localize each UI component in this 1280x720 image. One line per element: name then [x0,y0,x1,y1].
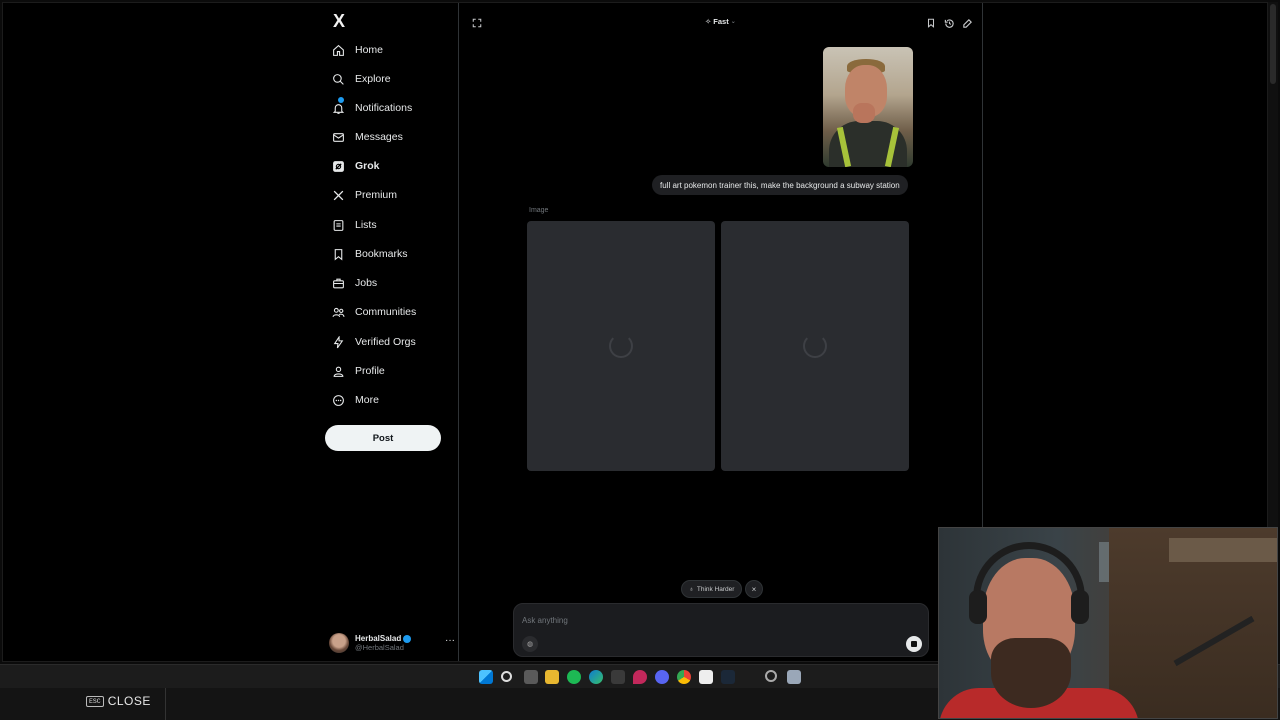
think-harder-label: Think Harder [696,585,735,593]
mode-label: Fast [713,17,729,26]
sidebar-item-label: Notifications [355,102,413,114]
list-icon [331,218,345,232]
sidebar-item-label: Jobs [355,277,378,289]
model-mode-selector[interactable]: ✧ Fast ⌄ [705,17,736,26]
sidebar-item-label: Explore [355,73,391,85]
sidebar-item-lists[interactable]: Lists [321,211,451,239]
sidebar-item-label: Lists [355,219,377,231]
new-chat-icon[interactable] [961,17,973,29]
close-icon[interactable]: × [745,580,763,598]
bookmark-icon [331,247,345,261]
sidebar-item-label: Premium [355,189,398,201]
sidebar-item-label: Home [355,44,384,56]
composer: ◍ [513,603,929,657]
file-explorer-icon[interactable] [545,670,559,684]
task-view-icon[interactable] [524,670,538,684]
search-icon [331,72,345,86]
esc-key: ESC [86,695,104,707]
edge-icon[interactable] [589,670,603,684]
attached-photo[interactable] [823,47,913,167]
user-message: full art pokemon trainer this, make the … [652,175,908,195]
sidebar-item-home[interactable]: Home [321,36,451,64]
sidebar-item-label: Verified Orgs [355,336,416,348]
webcam-overlay [938,527,1278,719]
app-icon[interactable] [743,670,757,684]
search-icon[interactable] [501,671,512,682]
mail-icon [331,130,345,144]
account-handle: @HerbalSalad [355,643,404,652]
sidebar-item-label: Profile [355,365,385,377]
grok-chat: ✧ Fast ⌄ full art pokemon trainer this, … [459,3,982,661]
expand-icon[interactable] [471,17,483,29]
home-icon [331,43,345,57]
x-logo-icon [331,188,345,202]
person-icon [331,364,345,378]
bell-icon [331,101,345,115]
sidebar-item-verified-orgs[interactable]: Verified Orgs [321,328,451,356]
sidebar-item-more[interactable]: More [321,386,451,414]
steam-icon[interactable] [721,670,735,684]
obs-icon[interactable] [765,670,777,682]
notepad-icon[interactable] [787,670,801,684]
sidebar-item-label: More [355,394,379,406]
spotify-icon[interactable] [567,670,581,684]
image-section-label: Image [529,207,549,214]
sidebar-item-grok[interactable]: Grok [321,152,451,180]
avatar [329,633,349,653]
esc-close-button[interactable]: ESC CLOSE [86,694,151,708]
account-switcher[interactable]: HerbalSalad @HerbalSalad ··· [329,629,455,657]
briefcase-icon [331,276,345,290]
sidebar-item-label: Communities [355,306,417,318]
sidebar-item-bookmarks[interactable]: Bookmarks [321,240,451,268]
more-circle-icon [331,393,345,407]
sidebar-item-premium[interactable]: Premium [321,181,451,209]
screen: X Home Explore Notifications Messages Gr… [0,0,1280,720]
discord-icon[interactable] [655,670,669,684]
loading-icon [803,334,827,358]
loading-icon [609,334,633,358]
scrollbar-thumb[interactable] [1270,4,1276,84]
people-icon [331,305,345,319]
chevron-down-icon: ⌄ [730,19,736,25]
think-harder-button[interactable]: ♁ Think Harder [681,580,743,598]
windows-start-icon[interactable] [479,670,493,684]
sidebar-item-communities[interactable]: Communities [321,298,451,326]
stop-icon [911,641,917,647]
sidebar-item-notifications[interactable]: Notifications [321,94,451,122]
post-button[interactable]: Post [325,425,441,451]
x-logo[interactable]: X [333,11,353,31]
lightning-icon [331,335,345,349]
chrome-icon[interactable] [677,670,691,684]
sidebar-item-label: Bookmarks [355,248,408,260]
account-name: HerbalSalad [355,634,402,643]
ask-input[interactable] [522,612,902,628]
generated-image-placeholder[interactable] [721,221,909,471]
sidebar-item-label: Grok [355,160,380,172]
more-icon[interactable]: ··· [445,635,455,646]
grok-icon [331,159,345,173]
lightbulb-icon: ♁ [689,585,694,593]
close-label: CLOSE [107,694,151,708]
sidebar: X Home Explore Notifications Messages Gr… [321,3,459,661]
stop-button[interactable] [906,636,922,652]
maps-pin-icon[interactable] [633,670,647,684]
app-icon[interactable] [611,670,625,684]
history-icon[interactable] [943,17,955,29]
sparkle-icon: ✧ [705,17,712,26]
notification-badge [338,97,344,103]
sidebar-item-jobs[interactable]: Jobs [321,269,451,297]
chatgpt-icon[interactable] [699,670,713,684]
sidebar-item-profile[interactable]: Profile [321,357,451,385]
sidebar-item-label: Messages [355,131,403,143]
sidebar-item-messages[interactable]: Messages [321,123,451,151]
divider [165,688,166,720]
bookmark-icon[interactable] [925,17,937,29]
generated-image-placeholder[interactable] [527,221,715,471]
sidebar-item-explore[interactable]: Explore [321,65,451,93]
account-info: HerbalSalad @HerbalSalad [355,634,412,652]
attach-icon[interactable]: ◍ [522,636,538,652]
verified-badge-icon [403,634,412,643]
